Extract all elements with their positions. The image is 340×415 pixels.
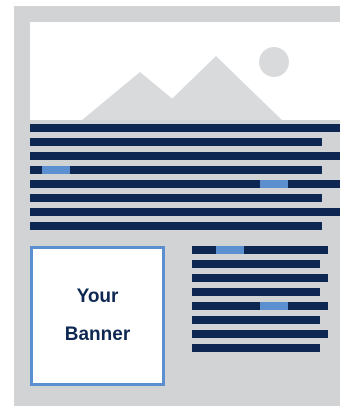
text-line xyxy=(30,166,322,174)
banner-text-line-1: Your xyxy=(76,286,119,307)
highlight-mark xyxy=(260,180,288,188)
highlight-mark xyxy=(42,166,70,174)
sun-shape xyxy=(259,47,289,77)
text-line xyxy=(192,330,328,338)
text-line xyxy=(30,194,322,202)
text-line xyxy=(192,288,320,296)
text-line xyxy=(192,344,320,352)
text-line xyxy=(192,316,320,324)
text-line xyxy=(30,222,322,230)
page-layout-frame: Your Banner xyxy=(14,6,340,406)
mountain-sun-placeholder-icon xyxy=(82,47,289,120)
banner-text-line-2: Banner xyxy=(64,324,131,345)
highlight-mark xyxy=(216,246,244,254)
highlight-mark xyxy=(260,302,288,310)
text-line xyxy=(30,152,340,160)
text-line xyxy=(30,138,322,146)
text-line xyxy=(30,208,340,216)
banner-box[interactable]: Your Banner xyxy=(30,246,165,386)
text-line xyxy=(192,246,328,254)
hero-image-placeholder xyxy=(30,22,340,120)
text-line xyxy=(30,124,340,132)
text-line xyxy=(30,180,340,188)
text-line xyxy=(192,274,328,282)
text-line xyxy=(192,260,320,268)
